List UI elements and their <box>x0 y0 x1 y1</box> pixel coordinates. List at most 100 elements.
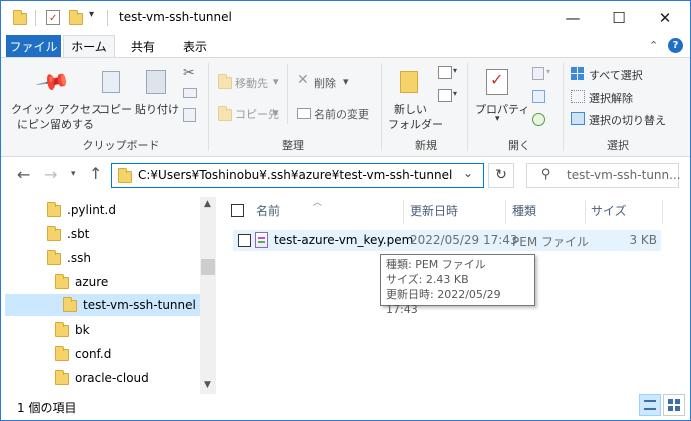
scroll-up-icon[interactable]: ▲ <box>204 199 211 209</box>
scroll-down-icon[interactable]: ▼ <box>204 380 211 390</box>
pin-quick-access-label-2[interactable]: にピン留めする <box>17 116 94 132</box>
open-icon[interactable] <box>532 67 544 80</box>
select-all-checkbox[interactable] <box>231 204 244 217</box>
back-arrow-icon[interactable]: ← <box>17 165 30 184</box>
minimize-ribbon-icon[interactable]: ⌃ <box>649 39 658 52</box>
tree-item-label: azure <box>75 275 109 289</box>
customize-quick-access-icon[interactable]: ▾ <box>89 9 94 20</box>
select-none-button[interactable]: 選択解除 <box>589 90 633 106</box>
tree-item-test-vm-ssh-tunnel[interactable]: test-vm-ssh-tunnel <box>5 294 200 316</box>
paste-shortcut-icon[interactable] <box>183 108 196 122</box>
delete-button[interactable]: 削除 <box>314 75 336 91</box>
chevron-down-icon: ▾ <box>273 106 279 119</box>
chevron-down-icon: ▾ <box>495 114 500 124</box>
file-tooltip: 種類: PEM ファイル サイズ: 2.43 KB 更新日時: 2022/05/… <box>380 254 535 316</box>
copy-button[interactable]: コピー <box>99 101 132 117</box>
up-arrow-icon[interactable]: ↑ <box>89 164 102 183</box>
pem-file-icon <box>255 232 268 248</box>
navigation-pane: .pylint.d .sbt .ssh azure test-vm-ssh-tu… <box>1 197 216 394</box>
tree-item-azure[interactable]: azure <box>5 271 200 293</box>
address-dropdown-icon[interactable]: ⌄ <box>463 166 473 180</box>
copy-path-icon[interactable] <box>183 88 197 98</box>
column-divider[interactable] <box>662 200 663 224</box>
tooltip-type: 種類: PEM ファイル <box>386 258 486 271</box>
tab-share[interactable]: 共有 <box>119 35 167 57</box>
tree-item-sbt[interactable]: .sbt <box>5 223 200 245</box>
file-size: 3 KB <box>629 233 657 247</box>
recent-locations-icon[interactable]: ▾ <box>71 169 76 179</box>
title-divider <box>35 10 36 26</box>
new-folder-icon <box>400 71 418 93</box>
clipboard-group-label: クリップボード <box>82 139 160 152</box>
chevron-down-icon: ▾ <box>343 75 349 88</box>
tree-item-confd[interactable]: conf.d <box>5 343 200 365</box>
properties-quick-icon[interactable]: ✓ <box>46 10 60 25</box>
invert-selection-button[interactable]: 選択の切り替え <box>589 112 666 128</box>
column-divider[interactable] <box>505 200 506 224</box>
minimize-button[interactable]: — <box>550 1 596 34</box>
title-divider <box>107 10 108 26</box>
refresh-icon[interactable]: ↻ <box>488 163 514 188</box>
new-folder-quick-icon[interactable] <box>69 10 83 25</box>
easy-access-icon[interactable] <box>438 89 452 102</box>
select-all-icon <box>571 67 585 80</box>
edit-icon[interactable] <box>532 90 545 103</box>
tree-item-label: .sbt <box>67 227 90 241</box>
select-all-button[interactable]: すべて選択 <box>589 67 643 83</box>
move-to-icon <box>218 74 232 89</box>
chevron-down-icon: ▾ <box>453 66 458 75</box>
organize-group-label: 整理 <box>282 139 304 152</box>
chevron-down-icon: ▾ <box>453 89 458 98</box>
select-none-icon <box>571 90 585 103</box>
forward-arrow-icon[interactable]: → <box>44 165 57 184</box>
cut-icon[interactable]: ✂ <box>183 65 195 81</box>
search-input[interactable]: test-vm-ssh-tunn... <box>567 168 681 182</box>
copy-to-icon <box>218 106 232 121</box>
details-view-button[interactable] <box>639 394 661 416</box>
tree-item-label: bk <box>75 323 90 337</box>
open-group-label: 開く <box>508 139 530 152</box>
column-modified[interactable]: 更新日時 <box>410 202 458 224</box>
tree-item-ssh[interactable]: .ssh <box>5 247 200 269</box>
tab-view[interactable]: 表示 <box>171 35 219 57</box>
tree-item-pylint[interactable]: .pylint.d <box>5 199 200 221</box>
tab-home[interactable]: ホーム <box>63 35 115 57</box>
file-type: PEM ファイル <box>512 235 589 249</box>
paste-button[interactable]: 貼り付け <box>135 101 179 117</box>
new-folder-label-2[interactable]: フォルダー <box>388 116 443 132</box>
file-name[interactable]: test-azure-vm_key.pem <box>274 233 413 247</box>
rename-button[interactable]: 名前の変更 <box>314 106 369 122</box>
search-icon: ⚲ <box>541 167 551 182</box>
address-path[interactable]: C:¥Users¥Toshinobu¥.ssh¥azure¥test-vm-ss… <box>138 168 452 182</box>
delete-icon: ✕ <box>297 72 309 88</box>
help-icon[interactable]: ? <box>668 38 683 53</box>
properties-button[interactable]: プロパティ <box>475 101 529 117</box>
column-divider[interactable] <box>403 200 404 224</box>
rename-icon <box>297 108 311 119</box>
chevron-down-icon: ▾ <box>546 67 551 76</box>
tree-item-oracle-cloud[interactable]: oracle-cloud <box>5 367 200 389</box>
move-to-button[interactable]: 移動先 <box>235 75 268 91</box>
file-checkbox[interactable] <box>238 234 251 247</box>
group-separator <box>381 63 382 151</box>
tab-file[interactable]: ファイル <box>6 35 61 57</box>
history-icon[interactable] <box>532 113 545 126</box>
column-name[interactable]: 名前 <box>256 202 280 224</box>
column-type[interactable]: 種類 <box>512 202 536 224</box>
maximize-button[interactable]: ☐ <box>596 1 642 34</box>
tree-item-bk[interactable]: bk <box>5 319 200 341</box>
new-folder-label-1[interactable]: 新しい <box>394 101 427 117</box>
tooltip-size: サイズ: 2.43 KB <box>386 273 469 286</box>
tree-item-label: .pylint.d <box>67 203 116 217</box>
group-separator <box>287 64 288 124</box>
large-icons-view-button[interactable] <box>663 394 685 416</box>
column-size[interactable]: サイズ <box>591 202 627 224</box>
chevron-down-icon: ▾ <box>273 75 279 88</box>
column-divider[interactable] <box>585 200 586 224</box>
new-item-icon[interactable] <box>438 66 452 79</box>
select-group-label: 選択 <box>607 139 629 152</box>
close-button[interactable]: ✕ <box>642 1 688 34</box>
pin-quick-access-label-1[interactable]: クイック アクセス <box>11 101 102 117</box>
scrollbar-thumb[interactable] <box>201 259 215 275</box>
navigation-scrollbar[interactable] <box>200 197 216 394</box>
